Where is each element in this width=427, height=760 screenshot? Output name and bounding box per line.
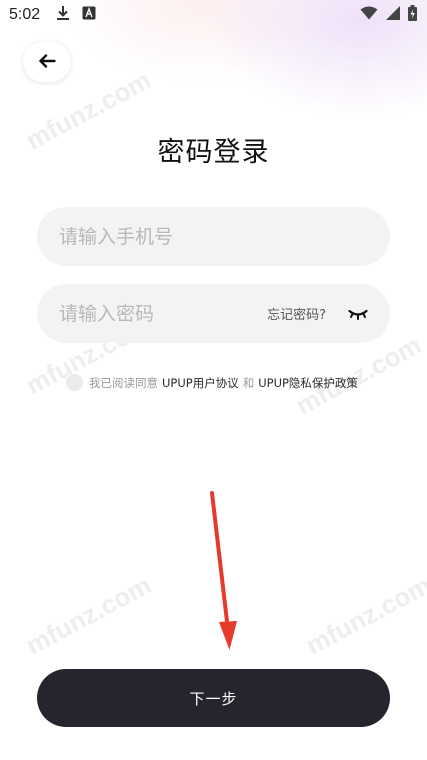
status-time: 5:02 <box>9 6 41 23</box>
agreement-prefix: 我已阅读同意 <box>89 375 158 390</box>
arrow-left-icon <box>38 53 56 72</box>
forgot-password-link[interactable]: 忘记密码? <box>267 304 326 323</box>
phone-field[interactable] <box>37 207 390 266</box>
phone-input[interactable] <box>59 225 368 248</box>
status-bar: 5:02 <box>0 0 427 30</box>
annotation-arrow <box>210 491 237 650</box>
signal-icon <box>386 6 400 24</box>
battery-icon <box>408 5 417 25</box>
agreement-checkbox[interactable] <box>66 374 83 391</box>
eye-closed-icon[interactable] <box>348 308 368 320</box>
back-button[interactable] <box>23 42 71 82</box>
next-button[interactable]: 下一步 <box>37 669 390 727</box>
agreement-row: 我已阅读同意 UPUP用户协议 和 UPUP隐私保护政策 <box>66 374 358 391</box>
watermark: mfunz.com <box>300 569 427 661</box>
user-agreement-link[interactable]: UPUP用户协议 <box>162 375 239 391</box>
password-field[interactable]: 忘记密码? <box>37 284 390 343</box>
agreement-conjunction: 和 <box>242 375 255 390</box>
a-badge-icon <box>82 6 96 24</box>
download-icon <box>56 5 70 25</box>
watermark: mfunz.com <box>20 569 157 661</box>
page-title: 密码登录 <box>157 137 270 168</box>
bottom-edge <box>0 744 427 760</box>
next-button-label: 下一步 <box>189 689 238 708</box>
password-input[interactable] <box>59 302 268 325</box>
privacy-policy-link[interactable]: UPUP隐私保护政策 <box>258 375 358 391</box>
background-gradient <box>0 0 427 200</box>
wifi-icon <box>360 6 378 24</box>
